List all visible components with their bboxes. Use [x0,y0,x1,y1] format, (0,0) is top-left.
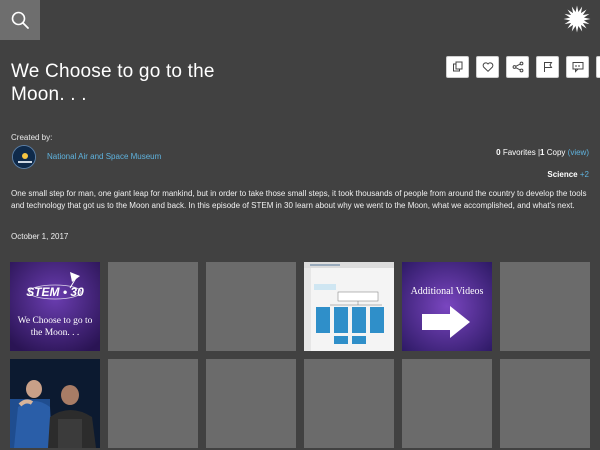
astronauts-photo-thumbnail [10,359,100,448]
info-button[interactable] [596,56,600,78]
search-button[interactable] [0,0,40,40]
tile-placeholder[interactable] [108,359,198,448]
nasm-logo-icon [13,146,35,168]
tile-placeholder[interactable] [108,262,198,351]
additional-videos-thumbnail [402,262,492,351]
description: One small step for man, one giant leap f… [11,189,587,210]
tile-placeholder[interactable] [206,359,296,448]
creator-avatar[interactable] [12,145,36,169]
copy-button[interactable] [446,56,469,78]
page-title: We Choose to go to the Moon. . . [11,61,215,105]
subject-more-link[interactable]: +2 [580,170,589,179]
view-copies-link[interactable]: (view) [568,148,589,157]
share-button[interactable] [506,56,529,78]
heart-icon [482,62,493,72]
tile-caption: We Choose to go to the Moon. . . [17,316,93,338]
sunburst-logo-icon[interactable] [563,5,591,33]
created-by-label: Created by: [11,133,53,142]
publish-date: October 1, 2017 [11,232,69,241]
tile-placeholder[interactable] [206,262,296,351]
copy-label: Copy [546,148,566,157]
share-icon [512,61,523,73]
favorites-count: 0 [496,148,501,157]
comment-button[interactable] [566,56,589,78]
flag-icon [543,62,552,72]
tile-placeholder[interactable] [402,359,492,448]
subject-label[interactable]: Science [547,170,577,179]
favorite-button[interactable] [476,56,499,78]
flag-button[interactable] [536,56,559,78]
creator-link[interactable]: National Air and Space Museum [47,152,161,161]
additional-videos-label: Additional Videos [410,286,484,297]
tile-concept-map[interactable] [304,262,394,351]
favorites-label: Favorites [502,148,536,157]
copy-icon [452,61,462,72]
tile-placeholder[interactable] [500,262,590,351]
stats-row: 0 Favorites |1 Copy (view) [496,148,589,157]
stem-logo-text: STEM [26,285,60,299]
speech-bubble-icon [572,62,583,73]
tile-photo[interactable] [10,359,100,448]
tile-additional-videos[interactable]: Additional Videos [402,262,492,351]
tile-placeholder[interactable] [500,359,590,448]
concept-map-thumbnail [304,262,394,351]
tile-stem-in-30[interactable]: STEM • 30 We Choose to go to the Moon. .… [10,262,100,351]
subject-tag: Science +2 [547,170,589,179]
action-toolbar [446,56,600,78]
stem-logo-number: 30 [70,285,84,299]
tile-placeholder[interactable] [304,359,394,448]
copy-count: 1 [540,148,545,157]
search-icon [11,11,29,29]
